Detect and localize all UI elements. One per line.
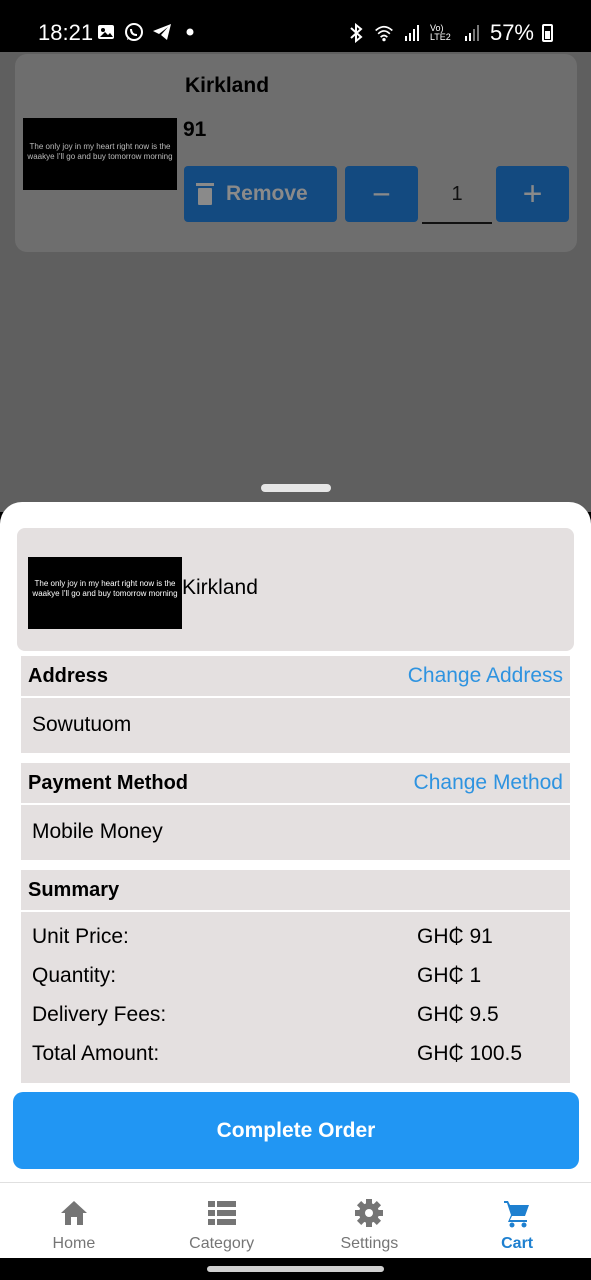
summary-rows: Unit Price: GH₵ 91 Quantity: GH₵ 1 Deliv… — [21, 912, 570, 1073]
quantity-field[interactable]: 1 — [422, 166, 492, 224]
nav-label-settings: Settings — [340, 1235, 399, 1252]
summary-value: GH₵ 9.5 — [417, 1002, 499, 1026]
bluetooth-icon — [346, 23, 366, 43]
nav-label-home: Home — [52, 1235, 96, 1252]
battery-icon — [542, 24, 553, 42]
payment-section: Payment Method Change Method Mobile Mone… — [21, 763, 570, 860]
gesture-bar — [0, 1258, 591, 1280]
gear-icon — [355, 1199, 384, 1227]
cart-item-card: The only joy in my heart right now is th… — [15, 54, 577, 252]
summary-label: Quantity: — [32, 963, 117, 987]
address-section: Address Change Address Sowutuom — [21, 656, 570, 753]
whatsapp-icon — [124, 22, 144, 42]
payment-value: Mobile Money — [32, 820, 163, 843]
address-header: Address Change Address — [21, 656, 570, 698]
bottom-navigation: Home Category Settings Cart — [0, 1182, 591, 1258]
payment-title: Payment Method — [28, 771, 189, 794]
system-icons: Vo) LTE2 57% — [346, 20, 553, 46]
status-bar: 18:21 Vo) LTE2 57% — [0, 0, 591, 52]
status-time: 18:21 — [38, 20, 94, 45]
nav-label-cart: Cart — [501, 1235, 534, 1252]
summary-header: Summary — [21, 870, 570, 912]
notification-icons — [96, 22, 200, 42]
change-method-link[interactable]: Change Method — [414, 771, 563, 795]
remove-button[interactable]: Remove — [184, 166, 337, 222]
cart-background-overlay[interactable]: The only joy in my heart right now is th… — [0, 52, 591, 512]
home-gesture-pill[interactable] — [207, 1266, 384, 1272]
nav-item-settings[interactable]: Settings — [296, 1183, 444, 1258]
gallery-icon — [96, 22, 116, 42]
summary-row-delivery-fees: Delivery Fees: GH₵ 9.5 — [21, 995, 570, 1034]
checkout-sheet: The only joy in my heart right now is th… — [0, 502, 591, 1182]
home-icon — [60, 1201, 87, 1225]
wifi-icon — [374, 23, 394, 43]
summary-section: Summary Unit Price: GH₵ 91 Quantity: GH₵… — [21, 870, 570, 1083]
product-thumbnail: The only joy in my heart right now is th… — [28, 557, 182, 629]
summary-value: GH₵ 100.5 — [417, 1041, 523, 1065]
increase-quantity-button[interactable]: + — [496, 166, 569, 222]
nav-item-category[interactable]: Category — [148, 1183, 296, 1258]
cart-icon — [504, 1201, 530, 1228]
decrease-quantity-button[interactable]: − — [345, 166, 418, 222]
summary-row-quantity: Quantity: GH₵ 1 — [21, 956, 570, 995]
summary-title: Summary — [28, 878, 120, 901]
complete-order-button[interactable]: Complete Order — [13, 1092, 579, 1169]
dot-icon — [180, 22, 200, 42]
telegram-icon — [152, 22, 172, 42]
trash-icon — [196, 183, 214, 205]
summary-value: GH₵ 91 — [417, 924, 493, 948]
cart-item-name: Kirkland — [185, 74, 270, 97]
sheet-drag-handle[interactable] — [261, 484, 331, 492]
signal-icon — [402, 23, 422, 43]
cart-item-price: 91 — [183, 118, 207, 141]
battery-percent: 57% — [489, 20, 534, 45]
summary-label: Total Amount: — [32, 1041, 160, 1065]
payment-header: Payment Method Change Method — [21, 763, 570, 805]
address-title: Address — [28, 664, 109, 687]
nav-item-cart[interactable]: Cart — [443, 1183, 591, 1258]
volte-label: Vo) LTE2 — [429, 23, 451, 42]
signal-icon-2 — [462, 23, 482, 43]
summary-label: Unit Price: — [32, 924, 129, 948]
remove-label: Remove — [226, 182, 308, 205]
summary-label: Delivery Fees: — [32, 1002, 167, 1026]
nav-label-category: Category — [189, 1235, 255, 1252]
cart-item-thumbnail: The only joy in my heart right now is th… — [23, 118, 177, 190]
checkout-product-card: The only joy in my heart right now is th… — [17, 528, 574, 651]
address-value: Sowutuom — [32, 713, 132, 736]
summary-value: GH₵ 1 — [417, 963, 482, 987]
summary-row-unit-price: Unit Price: GH₵ 91 — [21, 917, 570, 956]
product-name: Kirkland — [182, 576, 258, 599]
nav-item-home[interactable]: Home — [0, 1183, 148, 1258]
change-address-link[interactable]: Change Address — [408, 664, 563, 688]
list-icon — [207, 1201, 236, 1225]
summary-row-total: Total Amount: GH₵ 100.5 — [21, 1034, 570, 1073]
